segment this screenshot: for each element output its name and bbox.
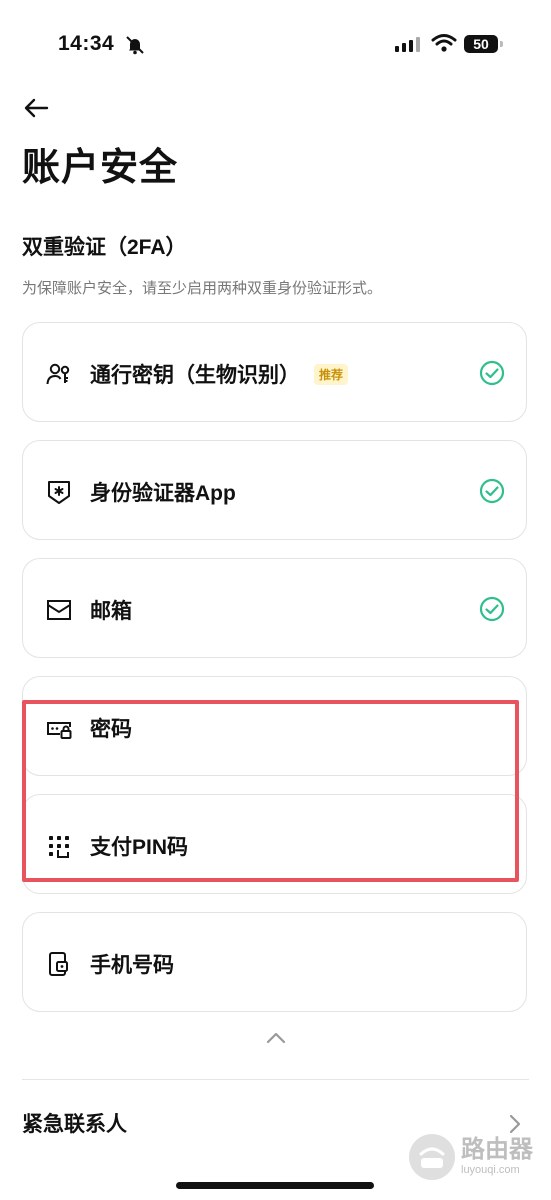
watermark-router-icon bbox=[409, 1134, 455, 1180]
pin-keypad-icon bbox=[49, 836, 69, 858]
watermark-sub-text: luyouqi.com bbox=[461, 1164, 520, 1176]
page-title: 账户安全 bbox=[22, 147, 179, 189]
check-circle-icon bbox=[479, 478, 505, 504]
divider bbox=[22, 1079, 529, 1080]
2fa-item-password[interactable]: 密码 bbox=[22, 676, 527, 776]
2fa-item-email[interactable]: 邮箱 bbox=[22, 558, 527, 658]
2fa-item-payment-pin[interactable]: 支付PIN码 bbox=[22, 794, 527, 894]
chevron-up-icon[interactable] bbox=[262, 1028, 290, 1048]
home-indicator bbox=[176, 1182, 374, 1189]
check-circle-icon bbox=[479, 596, 505, 622]
signal-icon bbox=[395, 36, 420, 52]
payment-pin-label: 支付PIN码 bbox=[90, 836, 189, 859]
chevron-right-icon[interactable] bbox=[506, 1113, 524, 1135]
2fa-item-passkey[interactable]: 通行密钥（生物识别） 推荐 bbox=[22, 322, 527, 422]
watermark: 路由器 luyouqi.com bbox=[409, 1134, 533, 1180]
status-time: 14:34 bbox=[58, 32, 115, 55]
battery-indicator: 50 bbox=[464, 35, 498, 53]
check-circle-icon bbox=[479, 360, 505, 386]
password-label: 密码 bbox=[90, 718, 132, 741]
section-title-2fa: 双重验证（2FA） bbox=[22, 236, 187, 259]
recommended-badge: 推荐 bbox=[314, 363, 349, 385]
battery-cap bbox=[500, 41, 503, 47]
2fa-item-phone[interactable]: 手机号码 bbox=[22, 912, 527, 1012]
phone-icon bbox=[49, 952, 68, 976]
wifi-icon bbox=[431, 34, 457, 52]
back-arrow-icon[interactable] bbox=[22, 94, 50, 122]
bell-muted-icon bbox=[126, 36, 144, 55]
2fa-item-authenticator[interactable]: 身份验证器App bbox=[22, 440, 527, 540]
mail-icon bbox=[47, 600, 71, 620]
authenticator-label: 身份验证器App bbox=[90, 482, 236, 505]
authenticator-shield-icon bbox=[48, 481, 70, 504]
passkey-label: 通行密钥（生物识别） bbox=[90, 364, 300, 387]
section-description: 为保障账户安全，请至少启用两种双重身份验证形式。 bbox=[22, 280, 383, 297]
2fa-item-label: 通行密钥（生物识别） 推荐 bbox=[90, 359, 349, 389]
watermark-main-text: 路由器 bbox=[461, 1136, 533, 1163]
emergency-contact-item[interactable]: 紧急联系人 bbox=[22, 1108, 127, 1138]
password-lock-icon bbox=[47, 722, 72, 739]
phone-label: 手机号码 bbox=[90, 954, 174, 977]
email-label: 邮箱 bbox=[90, 600, 132, 623]
passkey-users-icon bbox=[46, 363, 70, 385]
